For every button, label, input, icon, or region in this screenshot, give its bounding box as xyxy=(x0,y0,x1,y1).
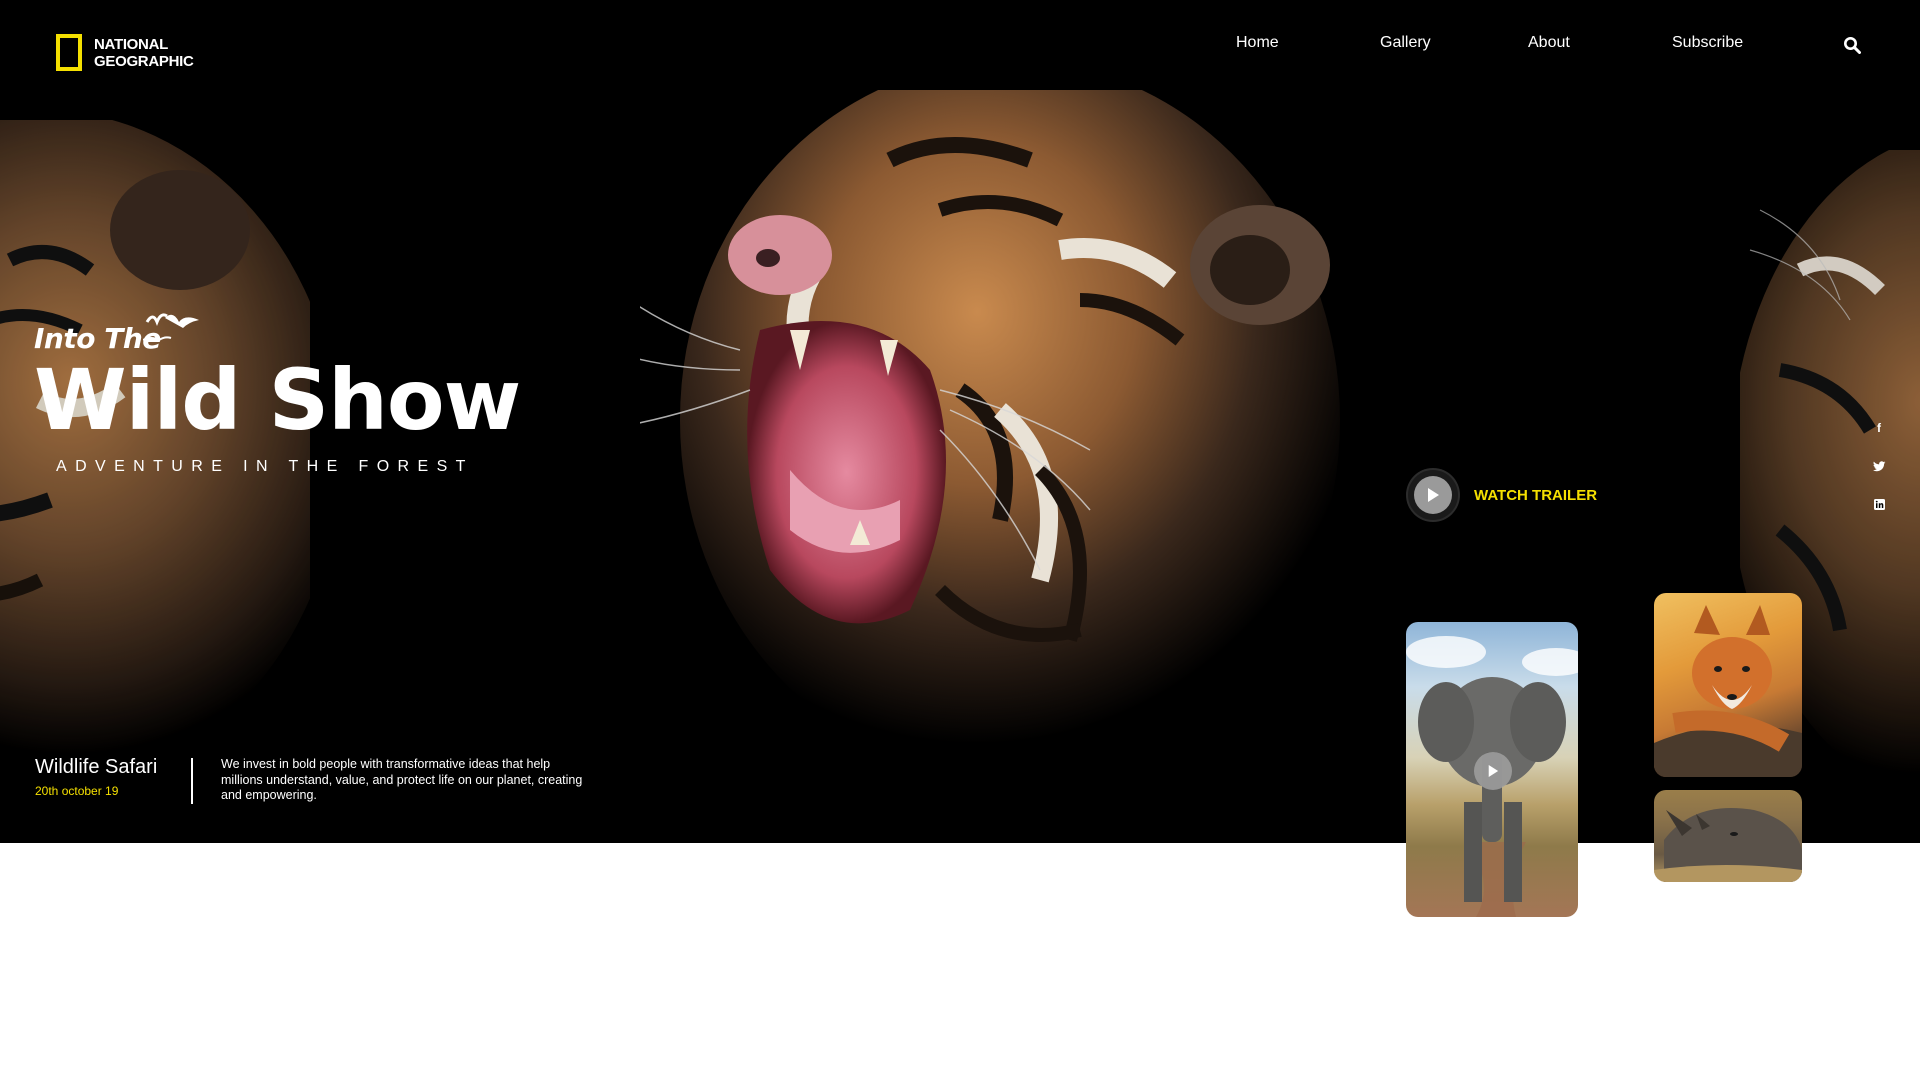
fox-image xyxy=(1654,605,1802,777)
linkedin-icon[interactable] xyxy=(1868,494,1890,514)
birds-icon xyxy=(143,313,199,342)
search-icon[interactable] xyxy=(1843,36,1861,54)
nav-item-subscribe[interactable]: Subscribe xyxy=(1672,34,1743,52)
main-nav: Home Gallery About Subscribe xyxy=(1200,34,1880,54)
event-date: 20th october 19 xyxy=(35,784,119,798)
vertical-divider xyxy=(191,758,193,804)
twitter-icon[interactable] xyxy=(1868,456,1890,476)
hero-section: NATIONAL GEOGRAPHIC Home Gallery About S… xyxy=(0,0,1920,843)
event-description: We invest in bold people with transforma… xyxy=(221,757,583,802)
gallery-card-elephant[interactable] xyxy=(1406,622,1578,917)
gallery-card-fox[interactable] xyxy=(1654,593,1802,777)
logo-text: NATIONAL GEOGRAPHIC xyxy=(94,36,194,70)
play-button-ring[interactable] xyxy=(1408,470,1458,520)
nav-item-about[interactable]: About xyxy=(1528,34,1570,52)
rhino-image xyxy=(1654,808,1802,882)
event-title: Wildlife Safari xyxy=(35,756,158,778)
page: NATIONAL GEOGRAPHIC Home Gallery About S… xyxy=(0,0,1920,1080)
nav-item-home[interactable]: Home xyxy=(1236,34,1279,52)
play-icon[interactable] xyxy=(1414,476,1452,514)
logo-line-2: GEOGRAPHIC xyxy=(94,52,194,70)
watch-trailer-label[interactable]: WATCH TRAILER xyxy=(1474,487,1597,504)
logo-line-1: NATIONAL xyxy=(94,35,168,53)
tiger-image-main xyxy=(640,90,1340,780)
elephant-play-icon[interactable] xyxy=(1474,752,1512,790)
hero-subtitle: ADVENTURE IN THE FOREST xyxy=(56,458,474,475)
hero-title: Wild Show xyxy=(34,351,521,449)
logo-yellow-frame-icon xyxy=(56,34,82,71)
watch-trailer-button[interactable]: WATCH TRAILER xyxy=(1408,470,1597,520)
brand-logo[interactable]: NATIONAL GEOGRAPHIC xyxy=(56,34,194,71)
facebook-icon[interactable]: f xyxy=(1868,418,1890,438)
nav-item-gallery[interactable]: Gallery xyxy=(1380,34,1431,52)
gallery-card-rhino[interactable] xyxy=(1654,790,1802,882)
